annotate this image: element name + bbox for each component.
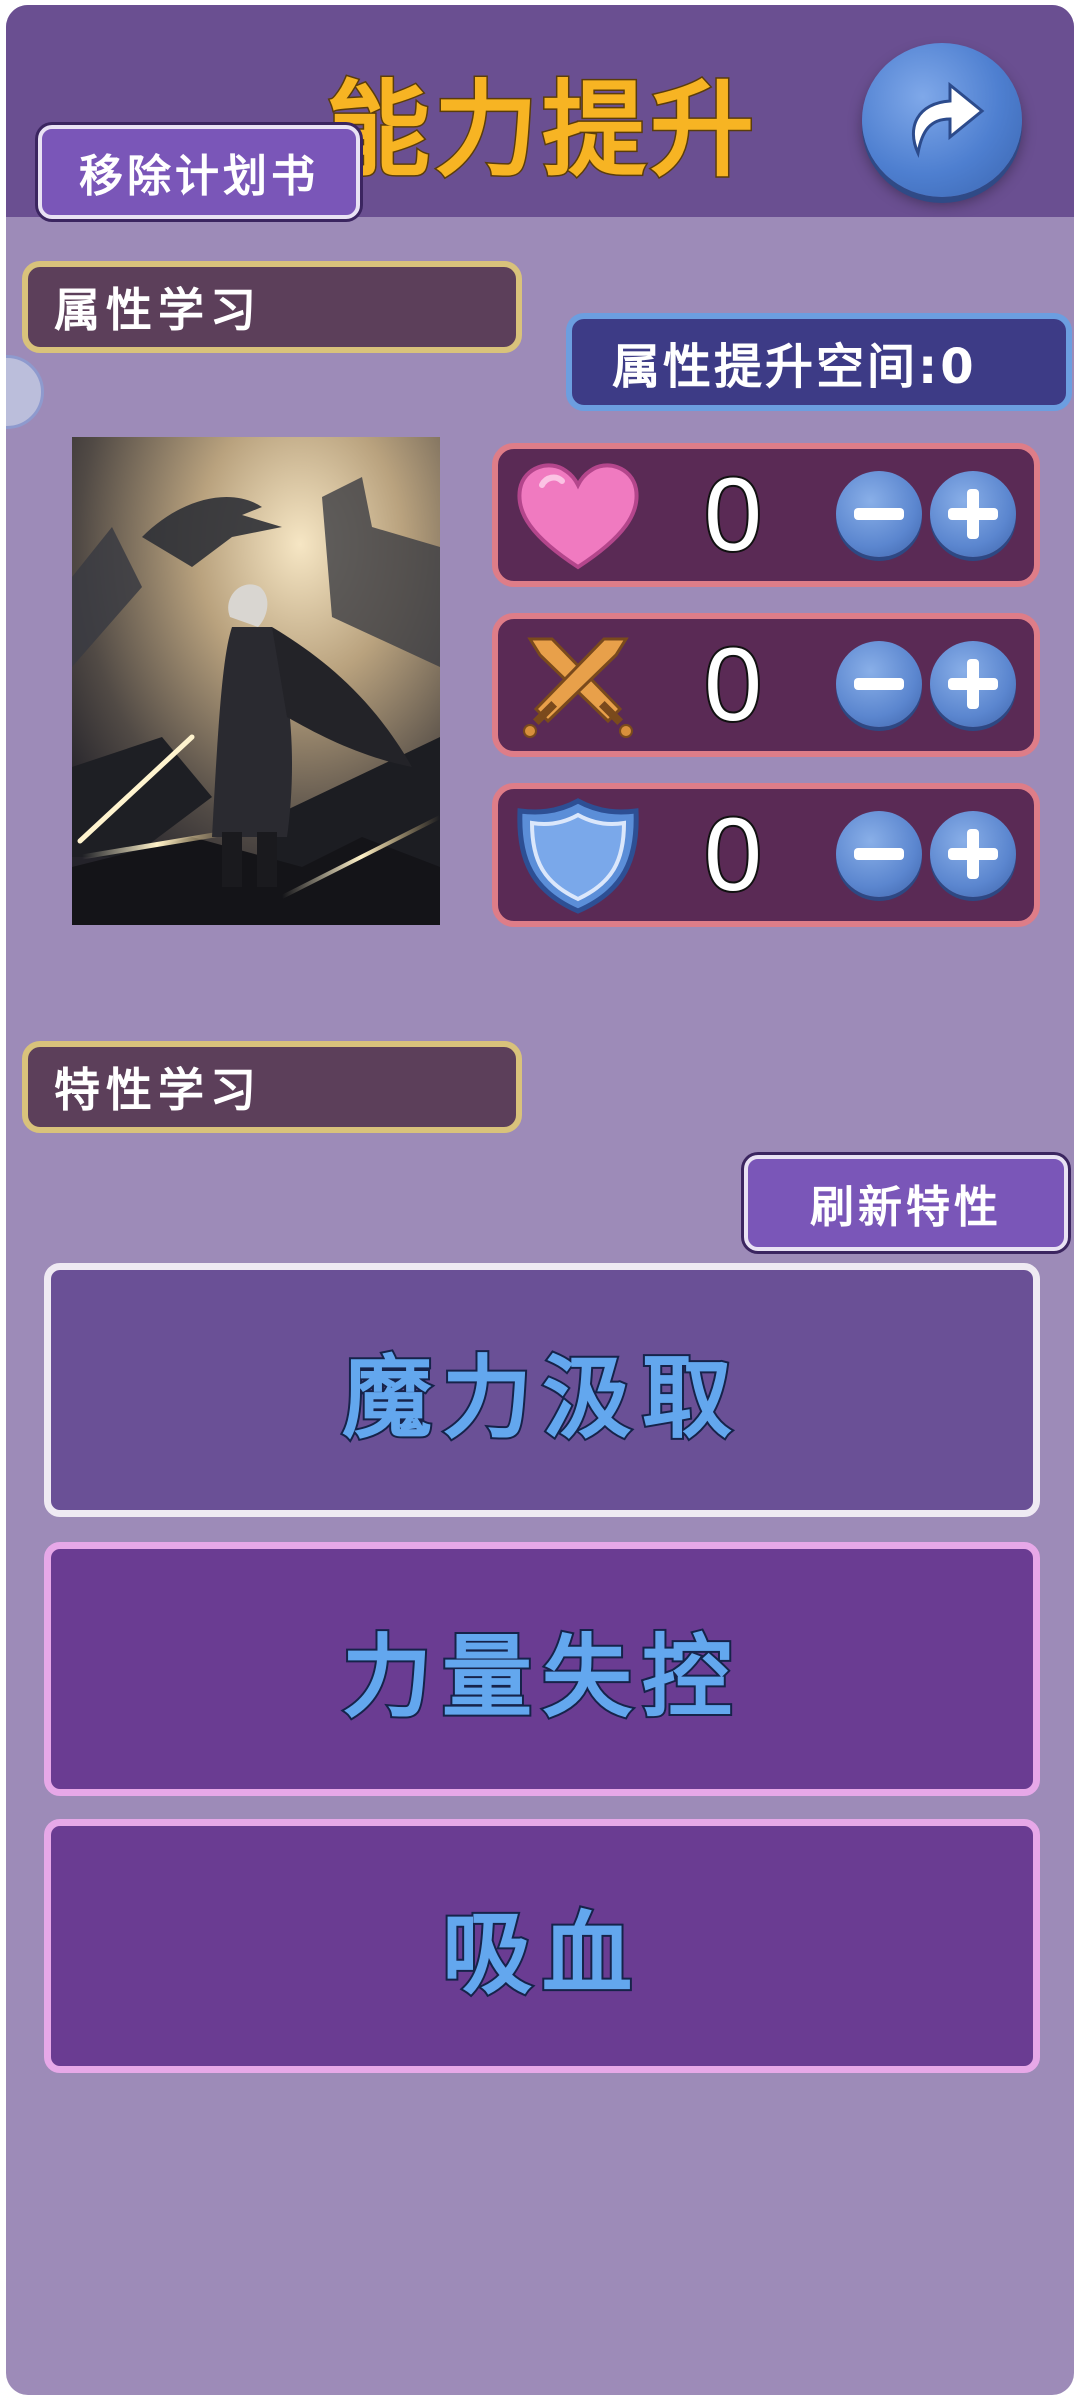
attack-value: 0 bbox=[702, 625, 764, 745]
crossed-swords-icon bbox=[523, 637, 633, 738]
health-value: 0 bbox=[702, 455, 764, 575]
side-handle[interactable] bbox=[6, 355, 44, 429]
stat-row-attack: 0 bbox=[492, 613, 1040, 757]
return-arrow-icon bbox=[912, 81, 985, 158]
heart-icon bbox=[517, 463, 639, 570]
refresh-traits-button[interactable]: 刷新特性 bbox=[744, 1155, 1068, 1251]
defense-plus-button[interactable] bbox=[930, 811, 1016, 897]
stat-row-health: 0 bbox=[492, 443, 1040, 587]
attribute-space-counter: 属性提升空间:0 bbox=[566, 313, 1072, 411]
remove-plan-button[interactable]: 移除计划书 bbox=[38, 125, 360, 219]
page-title: 能力提升 bbox=[324, 68, 759, 193]
defense-minus-button[interactable] bbox=[836, 811, 922, 897]
attack-minus-button[interactable] bbox=[836, 641, 922, 727]
minus-icon bbox=[854, 508, 904, 520]
trait-card[interactable]: 力量失控 bbox=[44, 1542, 1040, 1796]
trait-section-label: 特性学习 bbox=[22, 1041, 522, 1133]
stat-row-defense: 0 bbox=[492, 783, 1040, 927]
health-plus-button[interactable] bbox=[930, 471, 1016, 557]
defense-value: 0 bbox=[702, 795, 764, 915]
game-screen: 能力提升 移除计划书 属性学习 属性提升空间:0 0 0 0 特性学习 刷新特性… bbox=[6, 5, 1074, 2395]
hero-portrait bbox=[72, 437, 440, 925]
attack-plus-button[interactable] bbox=[930, 641, 1016, 727]
trait-card[interactable]: 吸血 bbox=[44, 1819, 1040, 2073]
shield-icon bbox=[517, 798, 639, 914]
health-minus-button[interactable] bbox=[836, 471, 922, 557]
trait-card[interactable]: 魔力汲取 bbox=[44, 1263, 1040, 1517]
back-button[interactable] bbox=[862, 43, 1022, 197]
minus-icon bbox=[854, 848, 904, 860]
attribute-section-label: 属性学习 bbox=[22, 261, 522, 353]
minus-icon bbox=[854, 678, 904, 690]
